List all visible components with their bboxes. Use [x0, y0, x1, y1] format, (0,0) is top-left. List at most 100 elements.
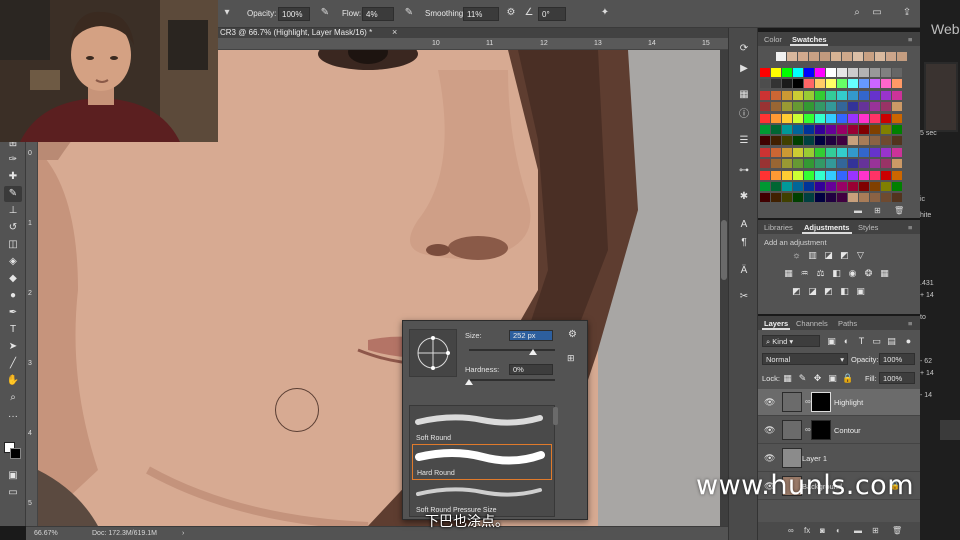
- lock-transparent-icon[interactable]: ▦: [782, 373, 793, 383]
- lock-image-icon[interactable]: ✎: [797, 373, 808, 383]
- healing-brush-tool-icon[interactable]: ✚: [4, 169, 22, 185]
- background-color-swatch[interactable]: [10, 448, 21, 459]
- levels-icon[interactable]: ▥: [807, 250, 818, 260]
- visibility-eye-icon[interactable]: 👁: [764, 425, 775, 436]
- filter-type-icon[interactable]: T: [856, 336, 867, 346]
- swatch[interactable]: [892, 102, 902, 112]
- swatch[interactable]: [870, 159, 880, 169]
- swatch[interactable]: [892, 170, 902, 180]
- swatch[interactable]: [875, 52, 885, 61]
- document-size[interactable]: Doc: 172.3M/619.1M: [92, 530, 157, 537]
- gradient-triangle-icon[interactable]: ▽: [855, 250, 866, 260]
- swatch[interactable]: [782, 90, 792, 100]
- swatch[interactable]: [848, 170, 858, 180]
- swatch[interactable]: [892, 125, 902, 134]
- swatch[interactable]: [804, 170, 814, 180]
- filter-smart-object-icon[interactable]: ▤: [886, 336, 897, 346]
- filter-pixel-icon[interactable]: ▣: [826, 336, 837, 346]
- new-swatch-icon[interactable]: ⊞: [874, 206, 881, 215]
- swatch[interactable]: [837, 113, 847, 123]
- swatch[interactable]: [776, 52, 786, 61]
- swatch[interactable]: [760, 136, 770, 146]
- swatch[interactable]: [837, 170, 847, 180]
- panel-menu-icon[interactable]: ≡: [908, 35, 912, 44]
- swatch[interactable]: [837, 68, 847, 77]
- exposure-icon[interactable]: ◩: [839, 250, 850, 260]
- vibrance-icon[interactable]: ▦: [783, 268, 794, 278]
- swatch[interactable]: [826, 125, 836, 134]
- swatch[interactable]: [782, 102, 792, 112]
- blend-mode-select[interactable]: Normal ▾: [762, 353, 848, 365]
- preset-soft-round[interactable]: Soft Round: [412, 408, 552, 444]
- swatch[interactable]: [881, 136, 891, 146]
- swatch[interactable]: [848, 90, 858, 100]
- swatch[interactable]: [760, 90, 770, 100]
- swatch[interactable]: [793, 136, 803, 146]
- search-icon[interactable]: ⌕: [850, 6, 864, 20]
- swatch[interactable]: [804, 147, 814, 157]
- swatch[interactable]: [804, 182, 814, 191]
- swatch[interactable]: [848, 182, 858, 191]
- swatch[interactable]: [809, 52, 819, 61]
- swatch[interactable]: [837, 159, 847, 169]
- swatch[interactable]: [837, 193, 847, 203]
- swatch[interactable]: [815, 147, 825, 157]
- swatch[interactable]: [782, 68, 792, 77]
- swatch[interactable]: [892, 113, 902, 123]
- swatch[interactable]: [771, 79, 781, 89]
- swatch[interactable]: [826, 193, 836, 203]
- tab-adjustments[interactable]: Adjustments: [804, 223, 849, 232]
- character-panel-icon[interactable]: A: [737, 218, 751, 232]
- libraries-panel-icon[interactable]: ▦: [737, 88, 751, 102]
- swatch[interactable]: [848, 102, 858, 112]
- swatch[interactable]: [815, 90, 825, 100]
- swatch[interactable]: [804, 68, 814, 77]
- swatch[interactable]: [782, 79, 792, 89]
- filter-toggle-icon[interactable]: ●: [903, 336, 914, 346]
- swatch[interactable]: [826, 113, 836, 123]
- hardness-slider[interactable]: [469, 379, 555, 381]
- swatch[interactable]: [848, 159, 858, 169]
- swatch[interactable]: [793, 125, 803, 134]
- history-panel-icon[interactable]: ⟳: [737, 42, 751, 56]
- swatch[interactable]: [859, 159, 869, 169]
- hue-saturation-icon[interactable]: ♒: [799, 268, 810, 278]
- swatch[interactable]: [826, 102, 836, 112]
- layer-name[interactable]: Highlight: [834, 398, 863, 407]
- swatch[interactable]: [892, 193, 902, 203]
- status-arrow-icon[interactable]: ›: [182, 530, 184, 537]
- swatch[interactable]: [892, 90, 902, 100]
- swatch[interactable]: [859, 113, 869, 123]
- swatch[interactable]: [793, 147, 803, 157]
- swatch[interactable]: [826, 170, 836, 180]
- swatch[interactable]: [881, 147, 891, 157]
- threshold-icon[interactable]: ◩: [823, 286, 834, 296]
- swatch[interactable]: [815, 170, 825, 180]
- swatch[interactable]: [793, 182, 803, 191]
- hardness-slider-knob[interactable]: [465, 379, 473, 385]
- smoothing-field[interactable]: 11%: [463, 7, 499, 21]
- swatch[interactable]: [881, 159, 891, 169]
- swatch[interactable]: [760, 182, 770, 191]
- swatch[interactable]: [815, 182, 825, 191]
- swatch[interactable]: [760, 125, 770, 134]
- swatch[interactable]: [771, 182, 781, 191]
- swatch[interactable]: [760, 102, 770, 112]
- smoothing-settings-gear-icon[interactable]: ⚙: [504, 6, 518, 20]
- black-white-icon[interactable]: ◧: [831, 268, 842, 278]
- swatch[interactable]: [760, 193, 770, 203]
- blur-tool-icon[interactable]: ◆: [4, 271, 22, 287]
- swatch[interactable]: [815, 125, 825, 134]
- layer-name[interactable]: Layer 1: [802, 454, 827, 463]
- swatch[interactable]: [837, 79, 847, 89]
- swatch[interactable]: [771, 102, 781, 112]
- type-tool-icon[interactable]: T: [4, 322, 22, 338]
- swatch[interactable]: [804, 79, 814, 89]
- lock-position-icon[interactable]: ✥: [812, 373, 823, 383]
- swatch[interactable]: [837, 90, 847, 100]
- swatch[interactable]: [771, 159, 781, 169]
- swatch[interactable]: [870, 90, 880, 100]
- swatch[interactable]: [760, 159, 770, 169]
- history-brush-tool-icon[interactable]: ↺: [4, 220, 22, 236]
- hand-tool-icon[interactable]: ✋: [4, 373, 22, 389]
